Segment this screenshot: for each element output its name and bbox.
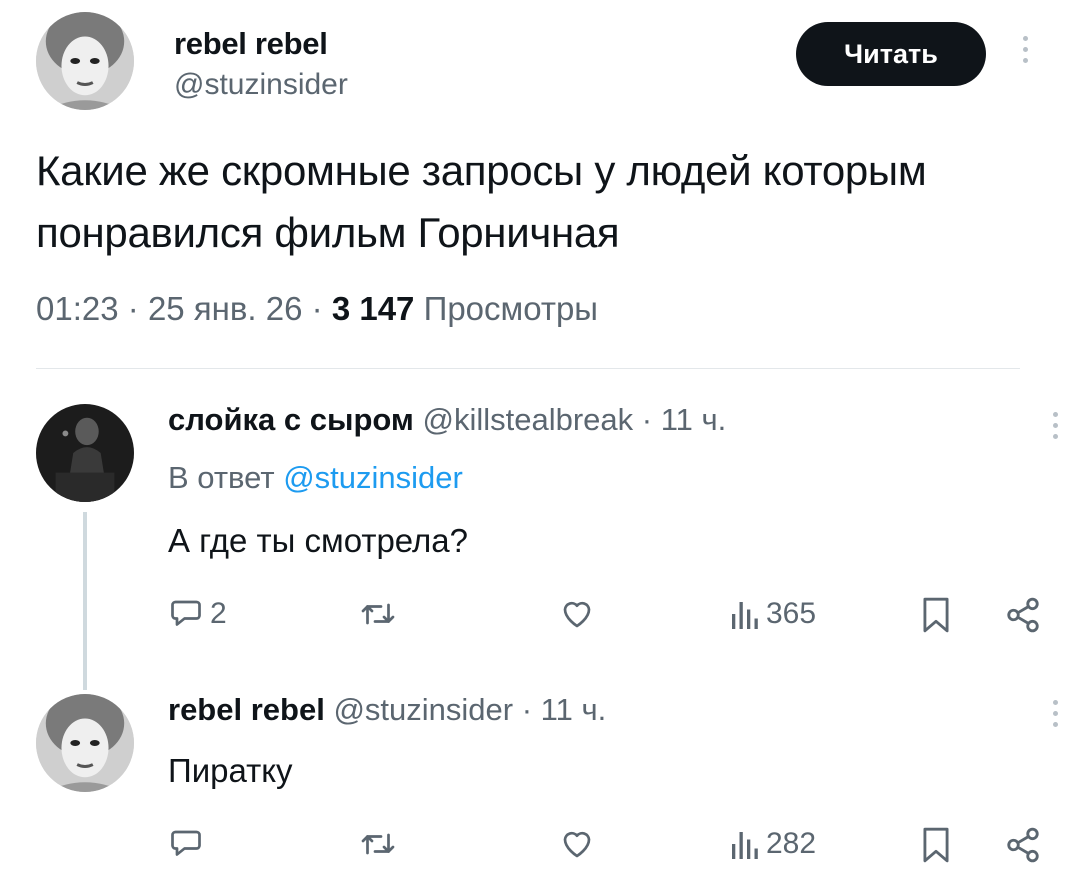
- meta-separator: ·: [127, 290, 139, 327]
- views-icon: [732, 602, 758, 629]
- meta-separator: ·: [521, 692, 533, 727]
- views-icon: [732, 832, 758, 859]
- divider: [36, 368, 1020, 369]
- retweet-button[interactable]: [358, 826, 398, 862]
- views-label[interactable]: Просмотры: [424, 290, 598, 327]
- reply-age[interactable]: 11 ч.: [541, 692, 607, 727]
- reply-to-prefix: В ответ: [168, 460, 275, 495]
- views-button[interactable]: 365: [728, 596, 816, 632]
- share-icon: [1007, 827, 1039, 863]
- tweet-time[interactable]: 01:23: [36, 290, 119, 327]
- share-button[interactable]: [1004, 826, 1042, 864]
- reply-avatar[interactable]: [36, 694, 134, 792]
- tweet-date[interactable]: 25 янв. 26: [148, 290, 303, 327]
- share-icon: [1007, 597, 1039, 633]
- reply-icon: [171, 830, 201, 856]
- like-button[interactable]: [558, 826, 596, 862]
- reply-author-handle[interactable]: @killstealbreak: [422, 402, 633, 437]
- bookmark-icon: [923, 597, 949, 633]
- reply-header: rebel rebel @stuzinsider · 11 ч.: [168, 692, 606, 728]
- reply-actions: 2 365: [168, 592, 1058, 642]
- reply-to-line: В ответ @stuzinsider: [168, 460, 463, 496]
- bookmark-button[interactable]: [920, 596, 952, 634]
- follow-button[interactable]: Читать: [796, 22, 986, 86]
- more-vertical-icon[interactable]: [1050, 412, 1060, 439]
- heart-icon: [563, 831, 591, 858]
- author-name[interactable]: rebel rebel: [174, 26, 328, 62]
- meta-separator: ·: [641, 402, 653, 437]
- views-count: 365: [766, 597, 817, 630]
- reply-to-handle[interactable]: @stuzinsider: [283, 460, 463, 495]
- bookmark-icon: [923, 827, 949, 863]
- reply-actions: 282: [168, 822, 1058, 872]
- share-button[interactable]: [1004, 596, 1042, 634]
- reply-author-name[interactable]: слойка с сыром: [168, 402, 414, 437]
- meta-separator: ·: [311, 290, 323, 327]
- reply-author-handle[interactable]: @stuzinsider: [333, 692, 513, 727]
- bookmark-button[interactable]: [920, 826, 952, 864]
- more-vertical-icon[interactable]: [1020, 36, 1030, 63]
- reply-age[interactable]: 11 ч.: [661, 402, 727, 437]
- reply-author-name[interactable]: rebel rebel: [168, 692, 325, 727]
- author-avatar[interactable]: [36, 12, 134, 110]
- views-button[interactable]: 282: [728, 826, 816, 862]
- reply-text: А где ты смотрела?: [168, 522, 469, 559]
- retweet-icon: [361, 833, 395, 855]
- heart-icon: [563, 601, 591, 628]
- views-count[interactable]: 3 147: [332, 290, 415, 327]
- reply-count: 2: [210, 597, 227, 630]
- tweet-meta: 01:23 · 25 янв. 26 · 3 147 Просмотры: [36, 290, 598, 328]
- retweet-icon: [361, 603, 395, 625]
- reply-avatar[interactable]: [36, 404, 134, 502]
- retweet-button[interactable]: [358, 596, 398, 632]
- reply-text: Пиратку: [168, 752, 293, 789]
- reply-button[interactable]: [168, 826, 210, 862]
- author-handle[interactable]: @stuzinsider: [174, 68, 348, 102]
- tweet-text: Какие же скромные запросы у людей которы…: [36, 147, 927, 256]
- more-vertical-icon[interactable]: [1050, 700, 1060, 727]
- views-count: 282: [766, 827, 817, 860]
- thread-line: [83, 512, 87, 690]
- reply-icon: [171, 600, 201, 626]
- reply-button[interactable]: 2: [168, 596, 227, 632]
- like-button[interactable]: [558, 596, 596, 632]
- reply-header: слойка с сыром @killstealbreak · 11 ч.: [168, 402, 726, 438]
